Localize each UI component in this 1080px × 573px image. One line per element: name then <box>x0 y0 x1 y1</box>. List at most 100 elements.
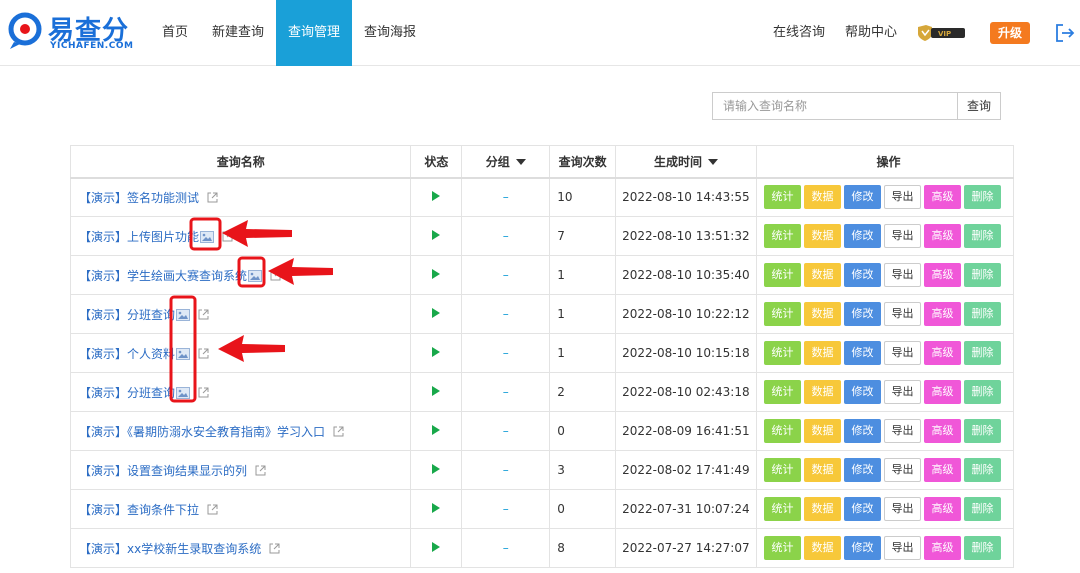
stats-button[interactable]: 统计 <box>763 302 801 326</box>
external-link-icon[interactable] <box>198 348 209 359</box>
play-icon[interactable] <box>432 425 441 435</box>
export-button[interactable]: 导出 <box>883 419 921 443</box>
stats-button[interactable]: 统计 <box>763 185 801 210</box>
image-icon[interactable] <box>176 386 191 399</box>
image-icon[interactable] <box>176 308 191 321</box>
stats-button[interactable]: 统计 <box>763 458 801 482</box>
external-link-icon[interactable] <box>255 465 266 476</box>
data-button[interactable]: 数据 <box>803 224 841 248</box>
external-link-icon[interactable] <box>269 543 280 554</box>
export-button[interactable]: 导出 <box>883 458 921 482</box>
sort-down-icon[interactable] <box>515 158 526 165</box>
export-button[interactable]: 导出 <box>883 302 921 326</box>
stats-button[interactable]: 统计 <box>763 380 801 404</box>
delete-button[interactable]: 删除 <box>963 341 1001 365</box>
advanced-button[interactable]: 高级 <box>923 263 961 287</box>
query-name-link[interactable]: 【演示】《暑期防溺水安全教育指南》学习入口 <box>79 425 325 439</box>
image-icon[interactable] <box>248 269 263 282</box>
export-button[interactable]: 导出 <box>883 263 921 287</box>
edit-button[interactable]: 修改 <box>843 497 881 521</box>
advanced-button[interactable]: 高级 <box>923 497 961 521</box>
sort-down-icon[interactable] <box>708 158 719 165</box>
header-group[interactable]: 分组 <box>461 145 551 179</box>
query-name-link[interactable]: 【演示】分班查询 <box>79 308 175 322</box>
play-icon[interactable] <box>432 308 441 318</box>
advanced-button[interactable]: 高级 <box>923 536 961 560</box>
play-icon[interactable] <box>432 542 441 552</box>
delete-button[interactable]: 删除 <box>963 458 1001 482</box>
logo[interactable]: 易查分 YICHAFEN.COM <box>8 10 148 56</box>
query-name-link[interactable]: 【演示】签名功能测试 <box>79 191 199 205</box>
advanced-button[interactable]: 高级 <box>923 380 961 404</box>
data-button[interactable]: 数据 <box>803 458 841 482</box>
stats-button[interactable]: 统计 <box>763 536 801 560</box>
export-button[interactable]: 导出 <box>883 380 921 404</box>
stats-button[interactable]: 统计 <box>763 341 801 365</box>
advanced-button[interactable]: 高级 <box>923 341 961 365</box>
external-link-icon[interactable] <box>270 270 281 281</box>
advanced-button[interactable]: 高级 <box>923 224 961 248</box>
nav-new-query[interactable]: 新建查询 <box>200 0 276 66</box>
play-icon[interactable] <box>432 269 441 279</box>
data-button[interactable]: 数据 <box>803 341 841 365</box>
delete-button[interactable]: 删除 <box>963 380 1001 404</box>
external-link-icon[interactable] <box>222 231 233 242</box>
data-button[interactable]: 数据 <box>803 263 841 287</box>
search-input[interactable]: 请输入查询名称 <box>712 92 957 120</box>
edit-button[interactable]: 修改 <box>843 263 881 287</box>
data-button[interactable]: 数据 <box>803 419 841 443</box>
query-name-link[interactable]: 【演示】查询条件下拉 <box>79 503 199 517</box>
export-button[interactable]: 导出 <box>883 224 921 248</box>
delete-button[interactable]: 删除 <box>963 419 1001 443</box>
advanced-button[interactable]: 高级 <box>923 458 961 482</box>
stats-button[interactable]: 统计 <box>763 263 801 287</box>
external-link-icon[interactable] <box>198 387 209 398</box>
online-consult-link[interactable]: 在线咨询 <box>773 0 825 66</box>
external-link-icon[interactable] <box>207 504 218 515</box>
edit-button[interactable]: 修改 <box>843 341 881 365</box>
delete-button[interactable]: 删除 <box>963 185 1001 210</box>
logout-icon[interactable] <box>1054 22 1076 44</box>
header-time[interactable]: 生成时间 <box>615 145 757 179</box>
external-link-icon[interactable] <box>333 426 344 437</box>
stats-button[interactable]: 统计 <box>763 224 801 248</box>
nav-query-poster[interactable]: 查询海报 <box>352 0 428 66</box>
play-icon[interactable] <box>432 464 441 474</box>
query-name-link[interactable]: 【演示】个人资料 <box>79 347 175 361</box>
vip-badge-icon[interactable]: VIP <box>916 25 966 41</box>
edit-button[interactable]: 修改 <box>843 419 881 443</box>
query-name-link[interactable]: 【演示】xx学校新生录取查询系统 <box>79 542 261 556</box>
export-button[interactable]: 导出 <box>883 536 921 560</box>
play-icon[interactable] <box>432 503 441 513</box>
advanced-button[interactable]: 高级 <box>923 302 961 326</box>
query-name-link[interactable]: 【演示】学生绘画大赛查询系统 <box>79 269 247 283</box>
advanced-button[interactable]: 高级 <box>923 419 961 443</box>
play-icon[interactable] <box>432 347 441 357</box>
data-button[interactable]: 数据 <box>803 536 841 560</box>
image-icon[interactable] <box>200 230 215 243</box>
data-button[interactable]: 数据 <box>803 497 841 521</box>
nav-query-manage[interactable]: 查询管理 <box>276 0 353 66</box>
delete-button[interactable]: 删除 <box>963 497 1001 521</box>
delete-button[interactable]: 删除 <box>963 536 1001 560</box>
image-icon[interactable] <box>176 347 191 360</box>
delete-button[interactable]: 删除 <box>963 224 1001 248</box>
external-link-icon[interactable] <box>198 309 209 320</box>
stats-button[interactable]: 统计 <box>763 497 801 521</box>
edit-button[interactable]: 修改 <box>843 536 881 560</box>
data-button[interactable]: 数据 <box>803 380 841 404</box>
upgrade-button[interactable]: 升级 <box>990 22 1030 44</box>
edit-button[interactable]: 修改 <box>843 302 881 326</box>
play-icon[interactable] <box>432 386 441 396</box>
edit-button[interactable]: 修改 <box>843 185 881 210</box>
edit-button[interactable]: 修改 <box>843 380 881 404</box>
advanced-button[interactable]: 高级 <box>923 185 961 210</box>
data-button[interactable]: 数据 <box>803 185 841 210</box>
help-center-link[interactable]: 帮助中心 <box>845 0 897 66</box>
delete-button[interactable]: 删除 <box>963 302 1001 326</box>
stats-button[interactable]: 统计 <box>763 419 801 443</box>
data-button[interactable]: 数据 <box>803 302 841 326</box>
export-button[interactable]: 导出 <box>883 497 921 521</box>
query-name-link[interactable]: 【演示】上传图片功能 <box>79 230 199 244</box>
export-button[interactable]: 导出 <box>883 341 921 365</box>
